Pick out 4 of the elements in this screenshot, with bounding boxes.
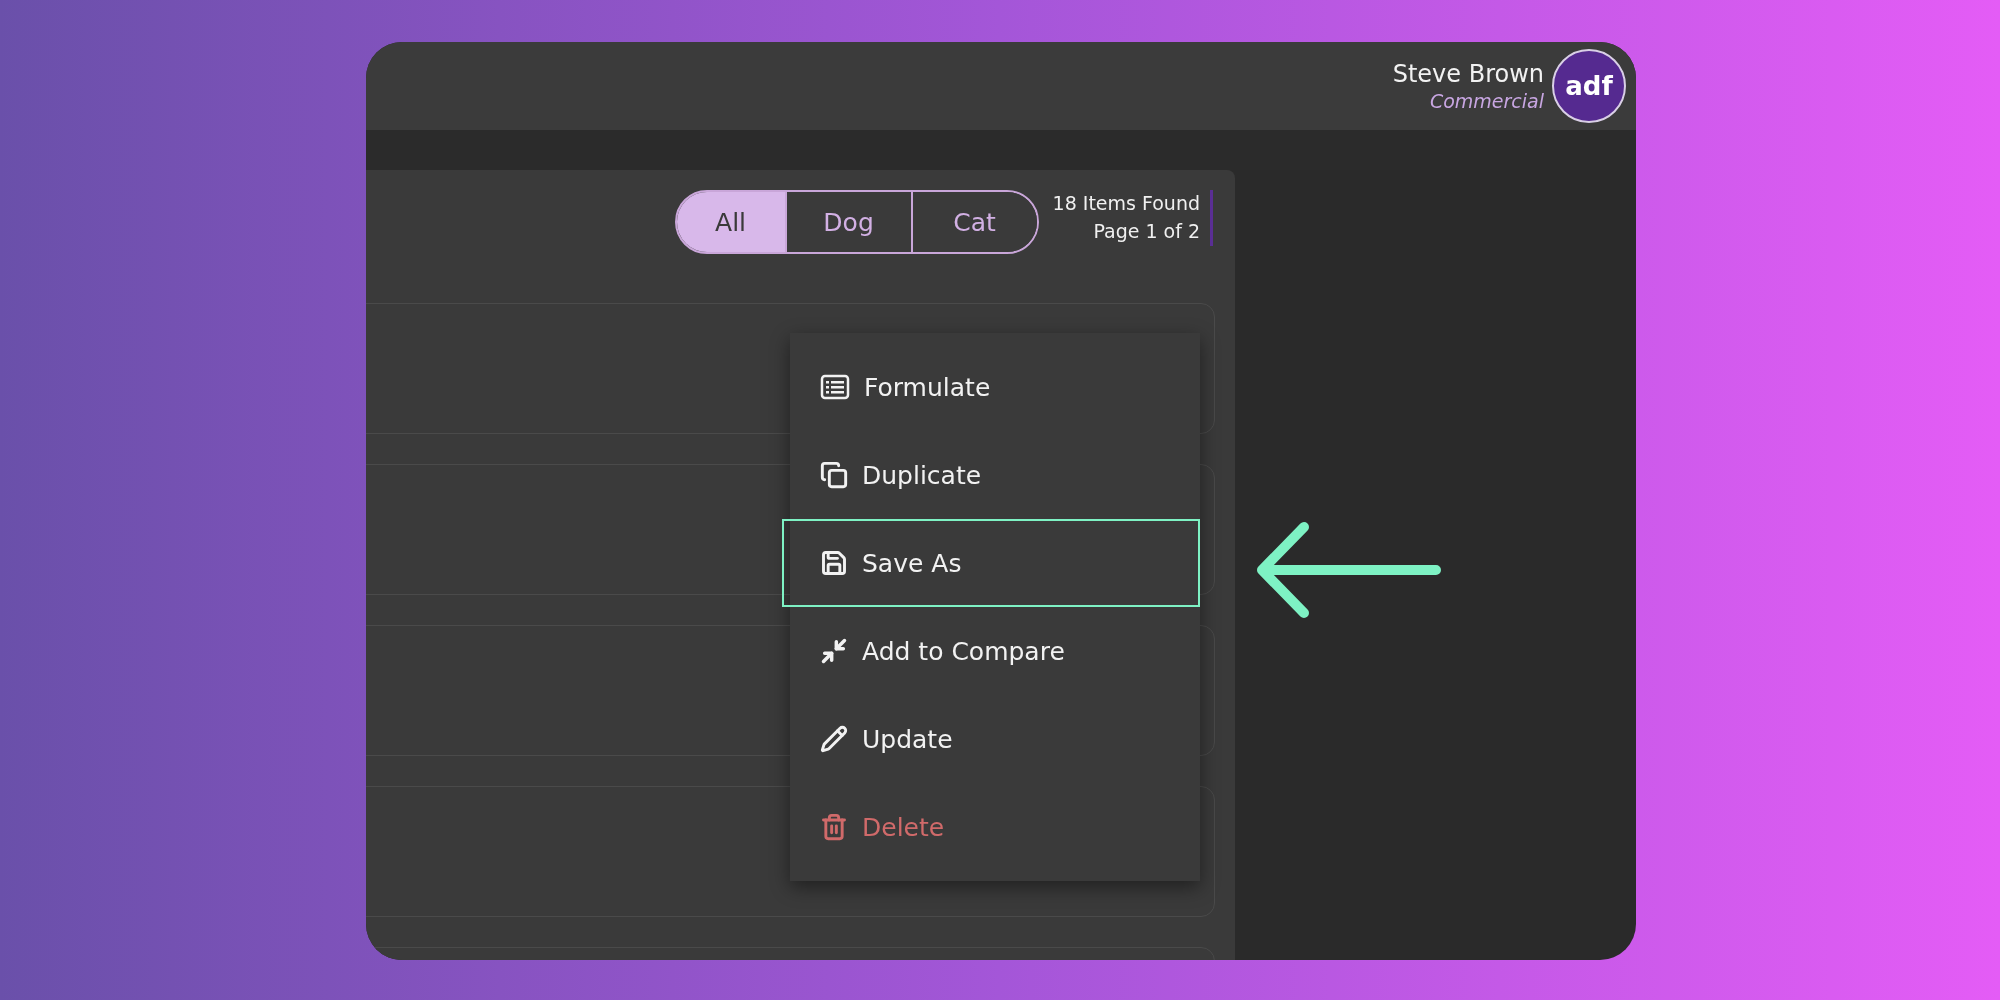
page-indicator: Page 1 of 2 (1093, 220, 1200, 242)
user-role: Commercial (1429, 90, 1544, 112)
user-name: Steve Brown (1392, 60, 1544, 88)
items-count: 18 Items Found (1052, 192, 1200, 214)
